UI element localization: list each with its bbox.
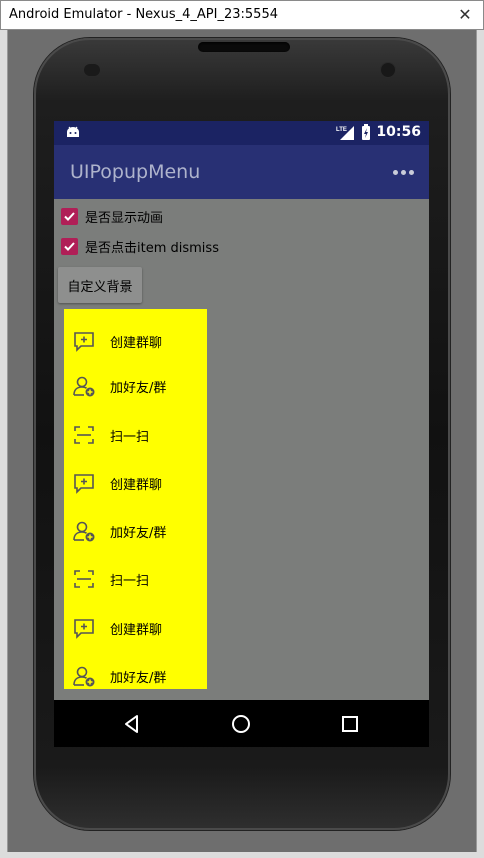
- home-icon[interactable]: [229, 712, 253, 736]
- android-icon: [67, 126, 79, 137]
- window-frame-left: [0, 30, 8, 858]
- proximity-sensor: [84, 64, 100, 76]
- window-frame-bottom: [0, 852, 484, 858]
- custom-background-button[interactable]: 自定义背景: [58, 267, 142, 303]
- menu-item-label: 创建群聊: [110, 477, 163, 493]
- add-friend-icon: [73, 376, 95, 397]
- more-options-button[interactable]: [389, 159, 417, 185]
- scan-icon: [74, 570, 94, 588]
- popup-menu: 创建群聊 加好友/群 扫一扫 创建群聊 加好友/群 扫一扫 创建群聊 加好友/群: [64, 309, 207, 689]
- window-close-button[interactable]: ✕: [453, 4, 477, 26]
- add-friend-icon: [73, 666, 95, 687]
- battery-icon: [362, 124, 371, 140]
- click-dismiss-label: 是否点击item dismiss: [85, 240, 219, 256]
- show-animation-option[interactable]: 是否显示动画: [61, 205, 163, 227]
- add-friend-icon: [73, 521, 95, 542]
- status-bar: LTE 10:56: [54, 121, 429, 145]
- show-animation-checkbox[interactable]: [61, 207, 78, 225]
- check-icon: [64, 241, 75, 251]
- chat-add-icon: [74, 619, 94, 639]
- menu-item-add-friend[interactable]: 加好友/群: [64, 366, 207, 406]
- menu-item-create-group[interactable]: 创建群聊: [64, 608, 207, 648]
- earpiece-speaker: [198, 42, 290, 52]
- window-frame-right: [476, 30, 484, 858]
- app-toolbar: UIPopupMenu: [54, 145, 429, 199]
- front-camera: [380, 62, 396, 78]
- scan-icon: [74, 426, 94, 444]
- menu-item-scan[interactable]: 扫一扫: [64, 415, 207, 455]
- show-animation-label: 是否显示动画: [85, 210, 164, 226]
- lte-signal-icon: LTE: [336, 126, 355, 140]
- navigation-bar: [54, 700, 429, 747]
- check-icon: [64, 211, 75, 221]
- recents-icon[interactable]: [338, 712, 362, 736]
- app-title: UIPopupMenu: [70, 161, 201, 183]
- menu-item-create-group[interactable]: 创建群聊: [64, 463, 207, 503]
- menu-item-add-friend[interactable]: 加好友/群: [64, 511, 207, 551]
- menu-item-label: 创建群聊: [110, 622, 163, 638]
- window-titlebar: Android Emulator - Nexus_4_API_23:5554 ✕: [0, 0, 484, 30]
- menu-item-label: 加好友/群: [110, 380, 167, 396]
- menu-item-label: 创建群聊: [110, 335, 163, 351]
- menu-item-create-group[interactable]: 创建群聊: [64, 321, 207, 361]
- menu-item-label: 扫一扫: [110, 573, 150, 589]
- click-dismiss-checkbox[interactable]: [61, 237, 78, 255]
- click-dismiss-option[interactable]: 是否点击item dismiss: [61, 235, 219, 257]
- back-icon[interactable]: [120, 712, 144, 736]
- menu-item-label: 加好友/群: [110, 525, 167, 541]
- device-screen: LTE 10:56 UIPopupMenu 是否显示动画 是否点击item di…: [54, 121, 429, 747]
- chat-add-icon: [74, 332, 94, 352]
- window-title: Android Emulator - Nexus_4_API_23:5554: [9, 7, 278, 22]
- more-options-icon: [392, 169, 398, 175]
- svg-text:LTE: LTE: [336, 127, 347, 133]
- status-icons: LTE 10:56: [336, 124, 421, 140]
- chat-add-icon: [74, 474, 94, 494]
- status-time: 10:56: [376, 124, 421, 140]
- menu-item-add-friend[interactable]: 加好友/群: [64, 656, 207, 689]
- menu-item-scan[interactable]: 扫一扫: [64, 559, 207, 599]
- menu-item-label: 扫一扫: [110, 429, 150, 445]
- menu-item-label: 加好友/群: [110, 670, 167, 686]
